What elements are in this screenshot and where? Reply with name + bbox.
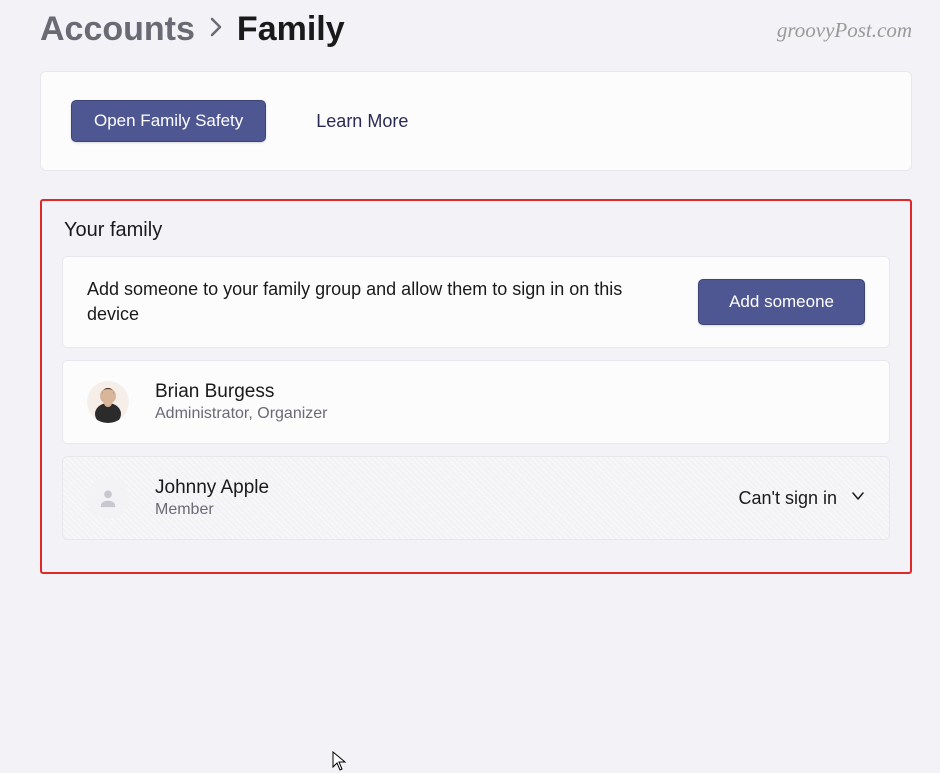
member-status: Can't sign in <box>739 488 838 509</box>
watermark-text: groovyPost.com <box>777 18 912 43</box>
your-family-section: Your family Add someone to your family g… <box>40 199 912 574</box>
chevron-down-icon[interactable] <box>851 489 865 508</box>
section-title: Your family <box>62 219 890 242</box>
avatar-placeholder-icon <box>87 477 129 519</box>
family-safety-card: Open Family Safety Learn More <box>40 71 912 171</box>
member-name: Johnny Apple <box>155 477 269 499</box>
open-family-safety-button[interactable]: Open Family Safety <box>71 100 266 142</box>
add-someone-row: Add someone to your family group and all… <box>62 256 890 348</box>
breadcrumb-current: Family <box>237 10 345 49</box>
chevron-right-icon <box>209 16 223 44</box>
add-someone-button[interactable]: Add someone <box>698 279 865 325</box>
avatar <box>87 381 129 423</box>
learn-more-link[interactable]: Learn More <box>316 111 408 132</box>
family-member-row[interactable]: Brian Burgess Administrator, Organizer <box>62 360 890 444</box>
add-someone-description: Add someone to your family group and all… <box>87 277 647 327</box>
cursor-icon <box>332 751 348 773</box>
family-member-row[interactable]: Johnny Apple Member Can't sign in <box>62 456 890 540</box>
member-name: Brian Burgess <box>155 381 328 403</box>
breadcrumb-parent[interactable]: Accounts <box>40 10 195 49</box>
member-role: Administrator, Organizer <box>155 405 328 423</box>
member-role: Member <box>155 501 269 519</box>
